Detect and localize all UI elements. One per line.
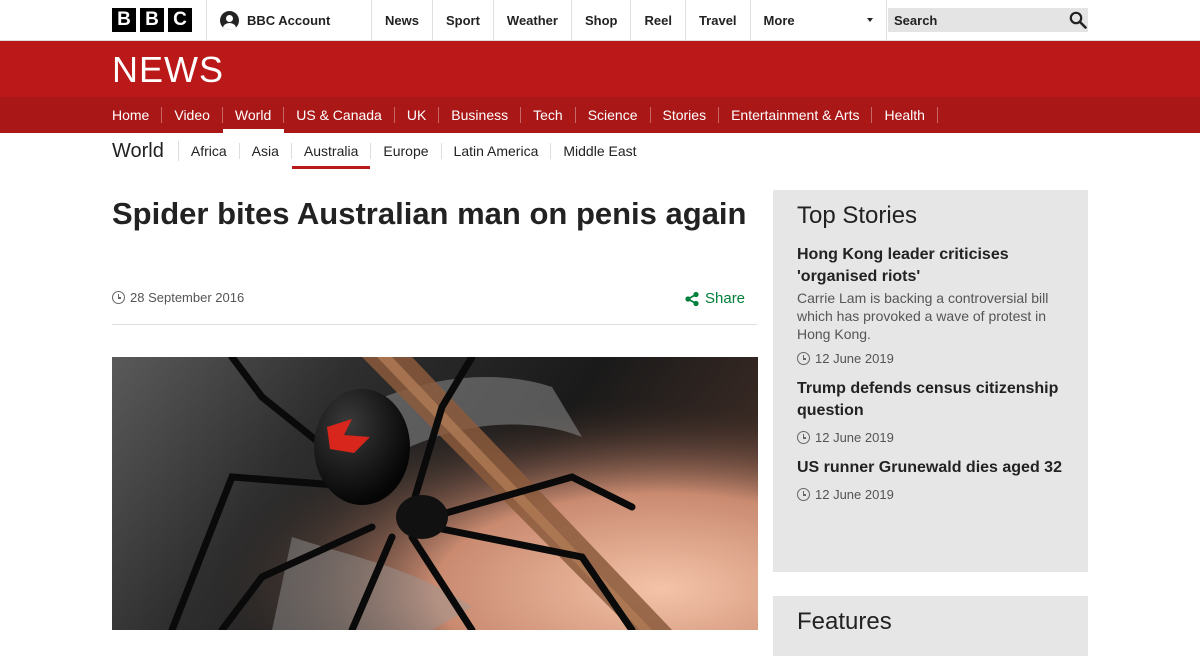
article-headline: Spider bites Australian man on penis aga…	[112, 196, 747, 231]
clock-icon	[112, 291, 125, 304]
story-title-link[interactable]: Trump defends census citizenship questio…	[797, 378, 1064, 422]
section-item: Entertainment & Arts	[719, 97, 873, 133]
logo-letter: B	[112, 8, 136, 32]
subsection-link-australia[interactable]: Australia	[291, 143, 372, 169]
subsection-link-asia[interactable]: Asia	[240, 143, 292, 159]
story-date-text: 12 June 2019	[815, 430, 894, 445]
story-item: US runner Grunewald dies aged 32 12 June…	[797, 457, 1064, 502]
top-stories-heading: Top Stories	[797, 202, 918, 229]
nav-shop[interactable]: Shop	[570, 0, 631, 40]
section-item: Business	[439, 97, 522, 133]
chevron-down-icon	[866, 18, 873, 22]
logo-letter: B	[140, 8, 164, 32]
nav-reel[interactable]: Reel	[630, 0, 684, 40]
story-date-text: 12 June 2019	[815, 487, 894, 502]
divider	[112, 324, 757, 325]
nav-more[interactable]: More	[749, 0, 887, 40]
search-input[interactable]	[894, 12, 1069, 28]
story-date: 12 June 2019	[797, 487, 1064, 502]
section-item: US & Canada	[284, 97, 395, 133]
nav-more-label: More	[763, 12, 795, 28]
subsection-title[interactable]: World	[112, 141, 179, 161]
nav-weather[interactable]: Weather	[492, 0, 571, 40]
global-nav: News Sport Weather Shop Reel Travel More	[371, 0, 887, 40]
story-title-link[interactable]: Hong Kong leader criticises 'organised r…	[797, 244, 1064, 288]
features-heading: Features	[797, 608, 892, 635]
share-icon	[685, 291, 699, 306]
news-wordmark[interactable]: NEWS	[112, 49, 224, 91]
section-link-us-canada[interactable]: US & Canada	[284, 107, 395, 123]
logo-letter: C	[168, 8, 192, 32]
section-link-world[interactable]: World	[223, 107, 285, 123]
divider	[206, 0, 207, 40]
story-date-text: 12 June 2019	[815, 351, 894, 366]
section-link-business[interactable]: Business	[439, 107, 522, 123]
section-link-health[interactable]: Health	[872, 107, 938, 123]
section-item: Stories	[651, 97, 720, 133]
section-item: UK	[395, 97, 440, 133]
story-date: 12 June 2019	[797, 351, 1064, 366]
features-panel: Features	[773, 596, 1088, 656]
clock-icon	[797, 352, 810, 365]
news-banner: NEWS	[0, 41, 1200, 97]
section-item: Tech	[521, 97, 576, 133]
subsection-link-latin-america[interactable]: Latin America	[442, 143, 552, 159]
search-box	[888, 8, 1088, 32]
account-link[interactable]: BBC Account	[220, 0, 330, 40]
article-date: 28 September 2016	[130, 290, 245, 305]
share-label: Share	[705, 290, 746, 307]
story-item: Hong Kong leader criticises 'organised r…	[797, 244, 1064, 366]
global-header: B B C BBC Account News Sport Weather Sho…	[0, 0, 1200, 41]
story-summary: Carrie Lam is backing a controversial bi…	[797, 290, 1049, 342]
section-link-tech[interactable]: Tech	[521, 107, 576, 123]
section-link-uk[interactable]: UK	[395, 107, 440, 123]
article-meta: 28 September 2016	[112, 290, 244, 305]
section-item: Health	[872, 97, 938, 133]
clock-icon	[797, 488, 810, 501]
nav-travel[interactable]: Travel	[684, 0, 750, 40]
top-stories-panel: Top Stories Hong Kong leader criticises …	[773, 190, 1088, 572]
subsection-link-middle-east[interactable]: Middle East	[551, 143, 648, 159]
article-image-redback-spider	[112, 357, 758, 630]
section-link-home[interactable]: Home	[112, 107, 163, 123]
section-link-science[interactable]: Science	[576, 107, 651, 123]
section-link-entertainment[interactable]: Entertainment & Arts	[719, 107, 873, 123]
account-label: BBC Account	[247, 12, 331, 28]
clock-icon	[797, 431, 810, 444]
nav-news[interactable]: News	[371, 0, 432, 40]
section-item: Science	[576, 97, 651, 133]
user-icon	[220, 10, 239, 30]
section-item: Home	[112, 97, 163, 133]
subsection-link-europe[interactable]: Europe	[371, 143, 442, 159]
section-item: Video	[162, 97, 223, 133]
story-item: Trump defends census citizenship questio…	[797, 378, 1064, 445]
nav-sport[interactable]: Sport	[431, 0, 493, 40]
subsection-nav: World Africa Asia Australia Europe Latin…	[112, 133, 649, 169]
section-link-video[interactable]: Video	[162, 107, 223, 123]
share-button[interactable]: Share	[684, 290, 745, 307]
story-date: 12 June 2019	[797, 430, 1064, 445]
section-link-stories[interactable]: Stories	[651, 107, 720, 123]
search-icon[interactable]	[1069, 11, 1087, 29]
bbc-logo[interactable]: B B C	[112, 8, 192, 32]
section-item-active: World	[222, 97, 285, 133]
section-nav: Home Video World US & Canada UK Business…	[0, 97, 1200, 133]
story-title-link[interactable]: US runner Grunewald dies aged 32	[797, 457, 1064, 479]
subsection-link-africa[interactable]: Africa	[179, 143, 240, 159]
